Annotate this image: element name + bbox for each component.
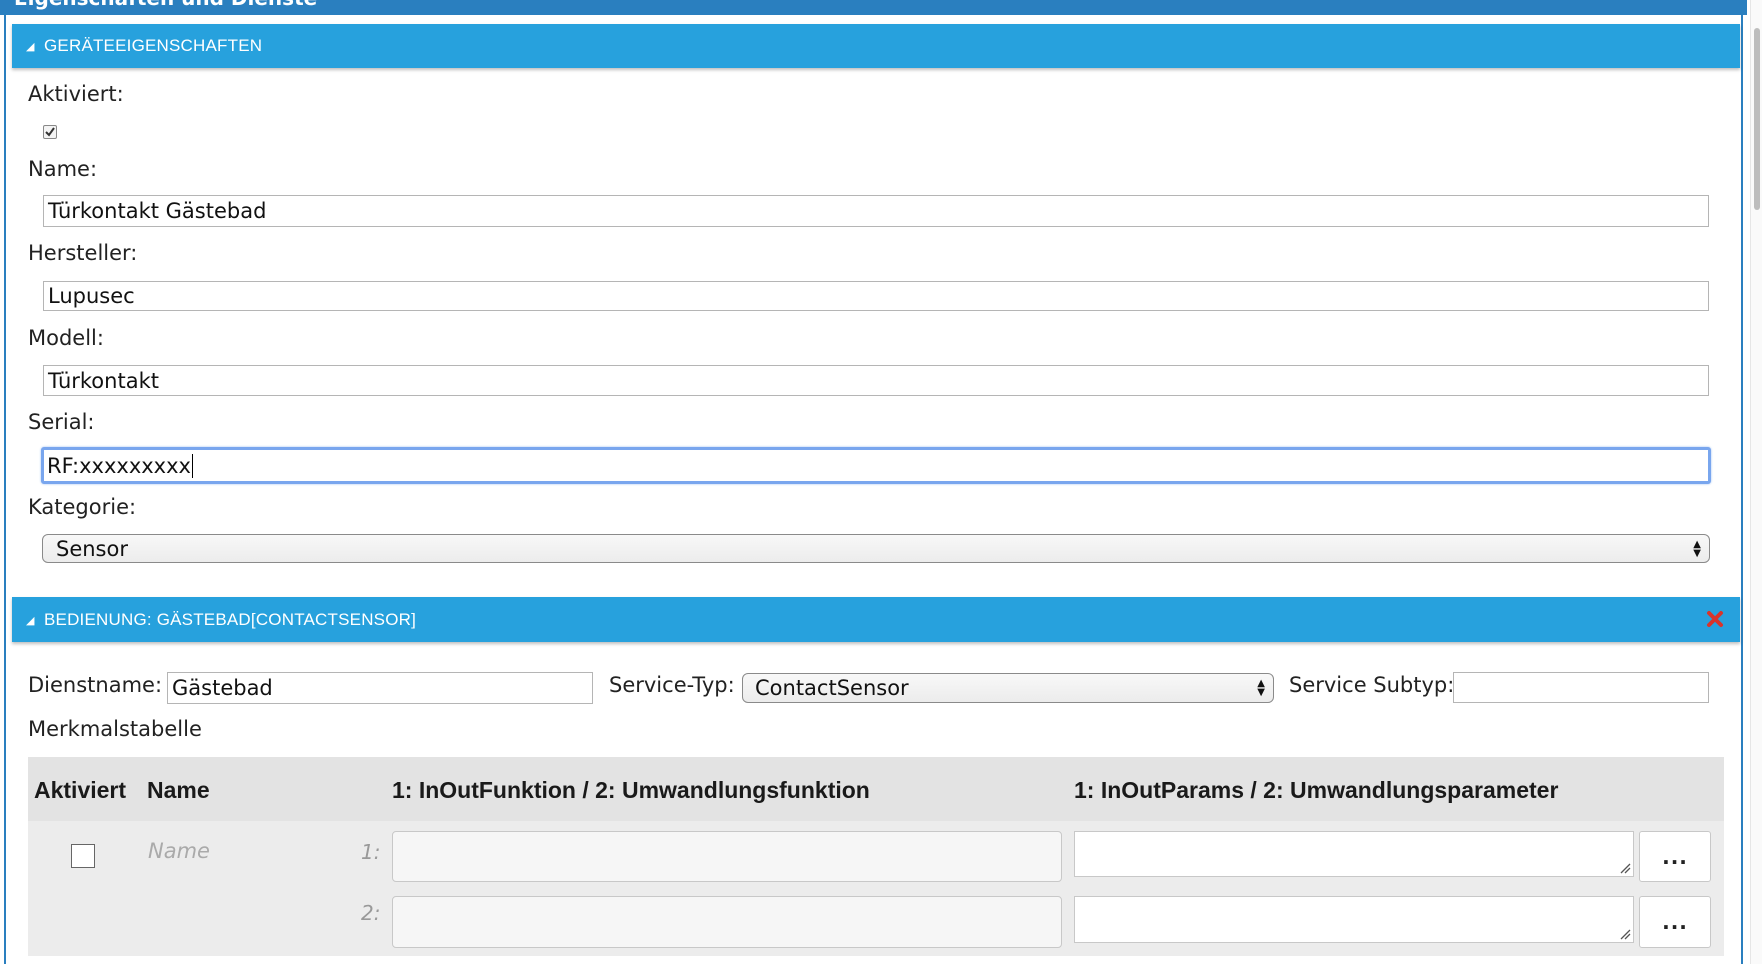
characteristics-table-header: Aktiviert Name 1: InOutFunktion / 2: Umw… xyxy=(28,757,1724,821)
serial-input[interactable]: RF:xxxxxxxxx xyxy=(41,447,1711,484)
text-caret xyxy=(191,453,193,478)
name-input[interactable]: Türkontakt Gästebad xyxy=(43,195,1709,227)
header-inout-params: 1: InOutParams / 2: Umwandlungsparameter xyxy=(1074,777,1559,803)
select-arrows-icon: ▲ ▼ xyxy=(1257,678,1265,698)
resize-grip-icon[interactable] xyxy=(1619,862,1631,874)
service-type-select[interactable]: ContactSensor ▲ ▼ xyxy=(742,673,1274,703)
manufacturer-input[interactable]: Lupusec xyxy=(43,281,1709,311)
more-button-1[interactable]: ... xyxy=(1639,831,1711,882)
model-label: Modell: xyxy=(28,326,104,350)
window-title: Eigenschaften und Dienste xyxy=(14,0,317,10)
service-title: BEDIENUNG: GÄSTEBAD[CONTACTSENSOR] xyxy=(44,610,417,629)
service-subtype-label: Service Subtyp: xyxy=(1289,673,1455,697)
collapse-triangle-icon[interactable]: ◢ xyxy=(26,40,34,53)
conversion-params-textarea[interactable] xyxy=(1074,896,1634,943)
characteristics-table-title: Merkmalstabelle xyxy=(28,717,202,741)
device-properties-title: GERÄTEEIGENSCHAFTEN xyxy=(44,36,263,55)
window-title-bar: Eigenschaften und Dienste xyxy=(0,0,1747,15)
vertical-scrollbar[interactable] xyxy=(1750,0,1762,964)
row-enabled-checkbox[interactable] xyxy=(71,844,95,868)
model-input[interactable]: Türkontakt xyxy=(43,365,1709,396)
conversion-function-textarea[interactable] xyxy=(392,896,1062,948)
row-name-placeholder[interactable]: Name xyxy=(148,839,210,863)
select-arrows-icon: ▲ ▼ xyxy=(1693,538,1701,559)
header-inout-function: 1: InOutFunktion / 2: Umwandlungsfunktio… xyxy=(392,777,870,803)
serial-label: Serial: xyxy=(28,410,95,434)
checkmark-icon xyxy=(45,127,55,137)
name-label: Name: xyxy=(28,157,98,181)
resize-grip-icon[interactable] xyxy=(1619,928,1631,940)
header-name: Name xyxy=(147,777,210,803)
service-type-label: Service-Typ: xyxy=(609,673,735,697)
enabled-label: Aktiviert: xyxy=(28,82,124,106)
inout-params-textarea[interactable] xyxy=(1074,831,1634,877)
delete-service-icon[interactable] xyxy=(1706,610,1724,628)
collapse-triangle-icon[interactable]: ◢ xyxy=(26,614,34,627)
row-number-2: 2: xyxy=(361,901,381,925)
row-number-1: 1: xyxy=(361,840,381,864)
inout-function-textarea[interactable] xyxy=(392,831,1062,882)
header-enabled: Aktiviert xyxy=(34,777,127,803)
manufacturer-label: Hersteller: xyxy=(28,241,138,265)
service-subtype-input[interactable] xyxy=(1453,672,1709,703)
category-select[interactable]: Sensor ▲ ▼ xyxy=(42,534,1710,563)
enabled-checkbox[interactable] xyxy=(43,125,57,139)
scrollbar-thumb[interactable] xyxy=(1754,28,1760,210)
service-name-label: Dienstname: xyxy=(28,673,163,697)
service-header[interactable]: ◢ BEDIENUNG: GÄSTEBAD[CONTACTSENSOR] xyxy=(12,597,1740,642)
service-name-input[interactable]: Gästebad xyxy=(167,672,593,704)
category-label: Kategorie: xyxy=(28,495,137,519)
device-properties-header[interactable]: ◢ GERÄTEEIGENSCHAFTEN xyxy=(12,24,1740,68)
table-row: Name 1: ... 2: ... xyxy=(28,821,1724,956)
more-button-2[interactable]: ... xyxy=(1639,896,1711,948)
